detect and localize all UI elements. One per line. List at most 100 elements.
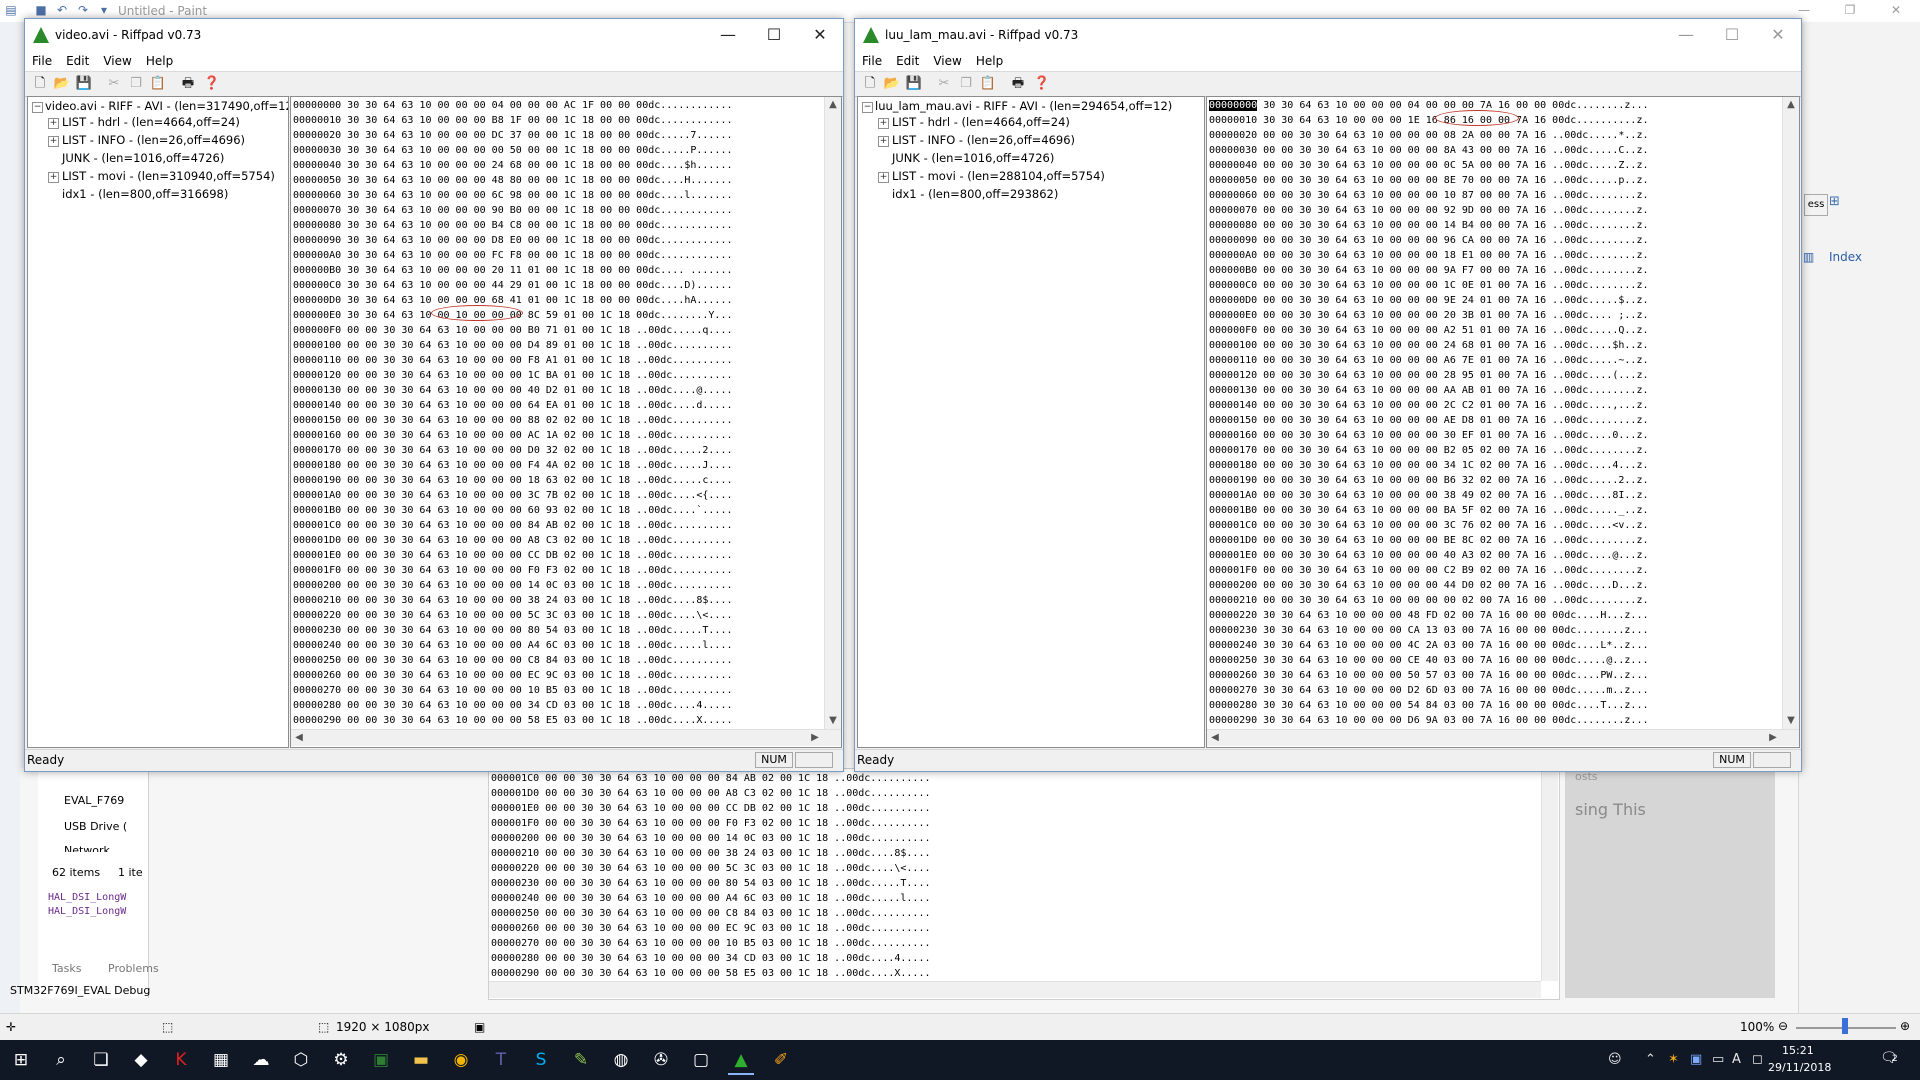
hex-line[interactable]: 00000270 00 00 30 30 64 63 10 00 00 00 1…	[293, 683, 733, 698]
hex-line[interactable]: 00000260 00 00 30 30 64 63 10 00 00 00 E…	[293, 668, 733, 683]
disc-icon[interactable]: ◍	[608, 1047, 634, 1073]
hex-line[interactable]: 00000220 00 00 30 30 64 63 10 00 00 00 5…	[293, 608, 733, 623]
hex-line[interactable]: 00000220 30 30 64 63 10 00 00 00 48 FD 0…	[1209, 608, 1649, 623]
hex-line[interactable]: 00000110 00 00 30 30 64 63 10 00 00 00 F…	[293, 353, 733, 368]
save-icon[interactable]: 💾	[75, 75, 93, 93]
hex-line[interactable]: 00000200 00 00 30 30 64 63 10 00 00 00 1…	[293, 578, 733, 593]
tree-node-root[interactable]: video.avi - RIFF - AVI - (len=317490,off…	[45, 99, 288, 113]
hex-line[interactable]: 000001D0 00 00 30 30 64 63 10 00 00 00 B…	[1209, 533, 1649, 548]
hex-line[interactable]: 00000200 00 00 30 30 64 63 10 00 00 00 1…	[491, 831, 931, 846]
customize-arrow-icon[interactable]: ▾	[97, 3, 111, 17]
hex-line[interactable]: 00000160 00 00 30 30 64 63 10 00 00 00 A…	[293, 428, 733, 443]
scroll-up-icon[interactable]: ▲	[825, 97, 841, 113]
hex-line[interactable]: 000000D0 30 30 64 63 10 00 00 00 68 41 0…	[293, 293, 733, 308]
hex-line[interactable]: 00000180 00 00 30 30 64 63 10 00 00 00 3…	[1209, 458, 1649, 473]
notepad-icon[interactable]: ✎	[568, 1047, 594, 1073]
tree-node-junk[interactable]: JUNK - (len=1016,off=4726)	[892, 151, 1054, 165]
hex-line[interactable]: 000001B0 00 00 30 30 64 63 10 00 00 00 B…	[1209, 503, 1649, 518]
show-hidden-icons[interactable]: ⌃	[1645, 1052, 1656, 1067]
tasks-tab[interactable]: Tasks	[52, 962, 81, 975]
horizontal-scrollbar[interactable]: ◀ ▶	[291, 729, 841, 746]
paint-icon[interactable]: ✐	[768, 1047, 794, 1073]
scroll-right-icon[interactable]: ▶	[1765, 730, 1781, 746]
tray-app-icon[interactable]: ✶	[1668, 1052, 1679, 1067]
task-view-icon[interactable]: ❏	[88, 1047, 114, 1073]
close-button[interactable]: ✕	[1755, 19, 1801, 51]
quick-save-icon[interactable]: ■	[34, 3, 48, 17]
file-explorer-icon[interactable]: ▬	[408, 1047, 434, 1073]
drive-item[interactable]: Network	[64, 844, 110, 852]
hex-line[interactable]: 00000190 00 00 30 30 64 63 10 00 00 00 B…	[1209, 473, 1649, 488]
volume-icon[interactable]: ◻	[1752, 1052, 1763, 1067]
chat-icon[interactable]: ☁	[248, 1047, 274, 1073]
chrome-icon[interactable]: ◉	[448, 1047, 474, 1073]
hex-line[interactable]: 00000030 00 00 30 30 64 63 10 00 00 00 8…	[1209, 143, 1649, 158]
tree-node-hdrl[interactable]: LIST - hdrl - (len=4664,off=24)	[62, 115, 240, 129]
hex-line[interactable]: 000001A0 00 00 30 30 64 63 10 00 00 00 3…	[293, 488, 733, 503]
undo-icon[interactable]: ↶	[55, 3, 69, 17]
open-folder-icon[interactable]: 📂	[883, 75, 901, 93]
hex-line[interactable]: 00000230 30 30 64 63 10 00 00 00 CA 13 0…	[1209, 623, 1649, 638]
menu-help[interactable]: Help	[969, 51, 1010, 68]
open-folder-icon[interactable]: 📂	[53, 75, 71, 93]
people-icon[interactable]: ☺	[1608, 1052, 1622, 1067]
hex-line[interactable]: 00000230 00 00 30 30 64 63 10 00 00 00 8…	[491, 876, 931, 891]
tree-node-movi[interactable]: LIST - movi - (len=288104,off=5754)	[892, 169, 1105, 183]
hex-line[interactable]: 00000280 30 30 64 63 10 00 00 00 54 84 0…	[1209, 698, 1649, 713]
menu-view[interactable]: View	[96, 51, 138, 68]
hex-line[interactable]: 00000150 00 00 30 30 64 63 10 00 00 00 8…	[293, 413, 733, 428]
hex-line[interactable]: 00000240 00 00 30 30 64 63 10 00 00 00 A…	[491, 891, 931, 906]
hex-line[interactable]: 00000240 00 00 30 30 64 63 10 00 00 00 A…	[293, 638, 733, 653]
hex-line[interactable]: 00000210 00 00 30 30 64 63 10 00 00 00 3…	[293, 593, 733, 608]
riffpad-icon[interactable]: ▲	[728, 1047, 754, 1075]
zoom-in-icon[interactable]: ⊕	[1900, 1019, 1910, 1033]
hex-line[interactable]: 000001A0 00 00 30 30 64 63 10 00 00 00 3…	[1209, 488, 1649, 503]
background-panel-button[interactable]: ess	[1804, 194, 1828, 216]
hex-line[interactable]: 000001D0 00 00 30 30 64 63 10 00 00 00 A…	[293, 533, 733, 548]
drive-item[interactable]: EVAL_F769	[64, 794, 124, 807]
hex-line[interactable]: 00000290 30 30 64 63 10 00 00 00 D6 9A 0…	[1209, 713, 1649, 728]
hex-line[interactable]: 00000000 30 30 64 63 10 00 00 00 04 00 0…	[1209, 98, 1649, 113]
hex-line[interactable]: 00000010 30 30 64 63 10 00 00 00 B8 1F 0…	[293, 113, 733, 128]
new-file-icon[interactable]: 🗋	[31, 75, 49, 93]
hex-line[interactable]: 00000170 00 00 30 30 64 63 10 00 00 00 B…	[1209, 443, 1649, 458]
menu-view[interactable]: View	[926, 51, 968, 68]
office-icon[interactable]: ▦	[208, 1047, 234, 1073]
skype-icon[interactable]: S	[528, 1047, 554, 1073]
selected-address[interactable]: 00000000	[1209, 100, 1258, 111]
horizontal-scrollbar[interactable]: ◀ ▶	[1207, 729, 1799, 746]
clock-date[interactable]: 29/11/2018	[1768, 1061, 1831, 1074]
hex-line[interactable]: 00000020 00 00 30 30 64 63 10 00 00 00 0…	[1209, 128, 1649, 143]
search-icon[interactable]: ⌕	[48, 1047, 74, 1073]
paint-menu-icon[interactable]: ▤	[4, 3, 18, 17]
expand-icon[interactable]: +	[48, 118, 59, 129]
menu-file[interactable]: File	[855, 51, 889, 68]
hex-line[interactable]: 00000250 30 30 64 63 10 00 00 00 CE 40 0…	[1209, 653, 1649, 668]
minimize-button[interactable]: —	[705, 19, 751, 51]
hex-line[interactable]: 00000030 30 30 64 63 10 00 00 00 00 50 0…	[293, 143, 733, 158]
save-icon[interactable]: 💾	[905, 75, 923, 93]
new-file-icon[interactable]: 🗋	[861, 75, 879, 93]
hex-line[interactable]: 00000060 00 00 30 30 64 63 10 00 00 00 1…	[1209, 188, 1649, 203]
hex-line[interactable]: 000000C0 30 30 64 63 10 00 00 00 44 29 0…	[293, 278, 733, 293]
paint-maximize-button[interactable]: ❐	[1840, 3, 1860, 17]
hex-line[interactable]: 00000160 00 00 30 30 64 63 10 00 00 00 3…	[1209, 428, 1649, 443]
hex-line[interactable]: 00000220 00 00 30 30 64 63 10 00 00 00 5…	[491, 861, 931, 876]
app-icon[interactable]: ◆	[128, 1047, 154, 1073]
hex-line[interactable]: 00000080 00 00 30 30 64 63 10 00 00 00 1…	[1209, 218, 1649, 233]
tree-node-junk[interactable]: JUNK - (len=1016,off=4726)	[62, 151, 224, 165]
menu-file[interactable]: File	[25, 51, 59, 68]
hex-line[interactable]: 00000290 00 00 30 30 64 63 10 00 00 00 5…	[293, 713, 733, 728]
print-icon[interactable]: 🖶	[1009, 75, 1027, 93]
expand-icon[interactable]: +	[48, 172, 59, 183]
minimize-button[interactable]: —	[1663, 19, 1709, 51]
bookmark-icon[interactable]: ⊞	[1829, 194, 1849, 214]
copy-icon[interactable]: ❐	[127, 75, 145, 93]
input-language-icon[interactable]: A	[1732, 1052, 1741, 1067]
hex-line[interactable]: 00000120 00 00 30 30 64 63 10 00 00 00 1…	[293, 368, 733, 383]
hex-line[interactable]: 000001F0 00 00 30 30 64 63 10 00 00 00 F…	[293, 563, 733, 578]
hex-line[interactable]: 00000210 00 00 30 30 64 63 10 00 00 00 3…	[491, 846, 931, 861]
expand-icon[interactable]: +	[878, 136, 889, 147]
scroll-right-icon[interactable]: ▶	[807, 730, 823, 746]
hex-line[interactable]: 00000080 30 30 64 63 10 00 00 00 B4 C8 0…	[293, 218, 733, 233]
